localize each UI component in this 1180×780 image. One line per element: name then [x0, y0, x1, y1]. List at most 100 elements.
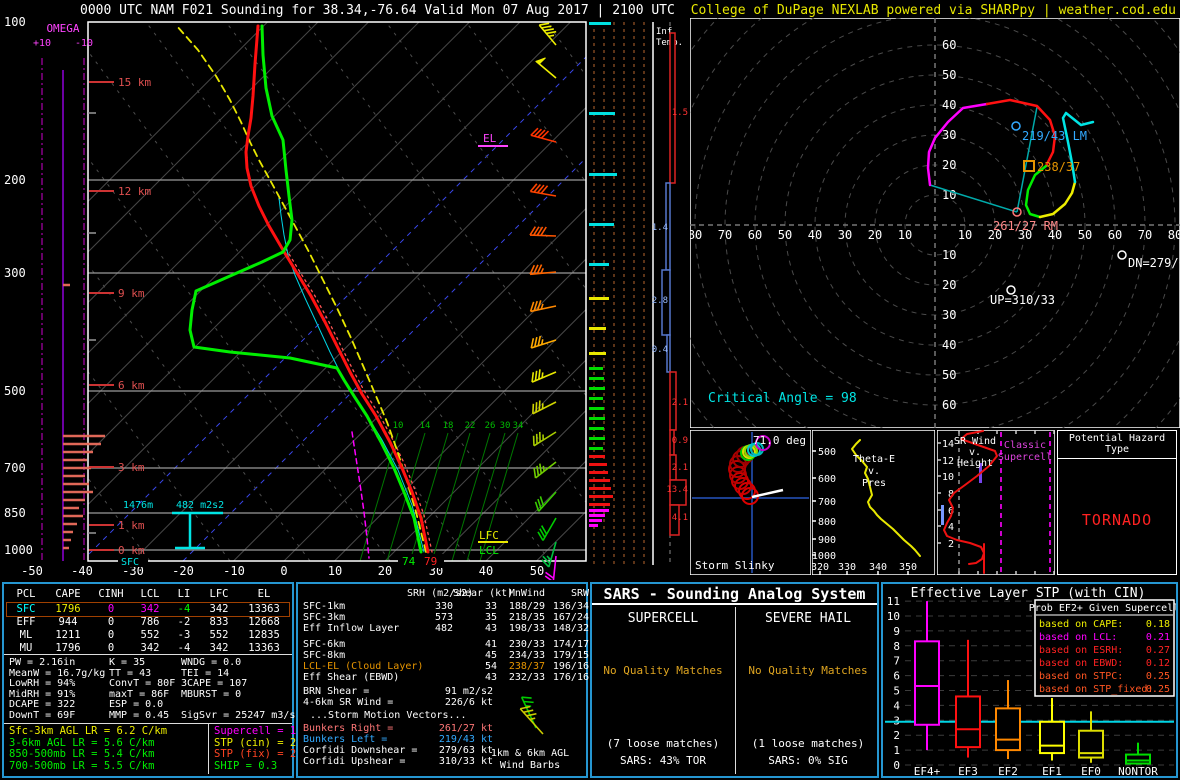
kin-col-header: Shear (kt): [453, 588, 514, 599]
storm-slinky-panel: 71.0 deg Storm Slinky: [690, 430, 811, 575]
mixing-ratio-label: 26: [485, 421, 496, 431]
potential-hazard-panel: Potential Hazard Type TORNADO: [1057, 430, 1177, 575]
stp-legend: Prob EF2+ Given Supercell based on CAPE: 0…: [1029, 599, 1176, 697]
thermo-value: PW = 2.16in: [9, 657, 76, 668]
thetae-value-label: 340: [869, 562, 887, 573]
wind-barb-caption-line2: Wind Barbs: [499, 760, 561, 771]
omega-minus-label: -10: [75, 38, 93, 49]
srwind-height-label: 10: [942, 472, 954, 483]
stp-ytick: 5: [893, 685, 900, 698]
thermo-row: DCAPE = 322 ESP = 0.0: [9, 699, 291, 711]
kin-cell: 179/15: [552, 650, 589, 661]
parcel-cell: 13363: [248, 603, 280, 615]
kin-cell: [407, 639, 453, 650]
lapse-rate-value: 700-500mb LR = 5.5 C/km: [9, 759, 155, 772]
kin-cell: 573: [434, 612, 453, 623]
height-label: 1 km: [118, 519, 145, 532]
kin-pair-row: BRN Shear = 91 m2/s2: [303, 686, 493, 697]
parcel-cell: SFC: [16, 603, 36, 615]
stp-legend-value: 0.25: [1146, 684, 1170, 695]
sr-wind-panel: 1412108642SR Windv.HeightClassicSupercel…: [937, 430, 1055, 575]
thermo-value: ESP = 0.0: [109, 699, 164, 710]
kin-cell: [407, 661, 453, 672]
sars-result: SARS: 0% SIG: [768, 754, 848, 767]
storm-motion-header: ...Storm Motion Vectors...: [310, 710, 467, 721]
parcel-col-header: LFC: [209, 588, 229, 600]
adv-value: -2.8: [652, 296, 668, 306]
hodo-axis-label: 50: [1078, 228, 1092, 242]
stp-ytick: 1: [893, 744, 900, 757]
hazard-panel-title: Potential Hazard Type: [1058, 431, 1176, 459]
kin-cell: 218/35: [508, 612, 545, 623]
lfc-label: LFC: [479, 529, 499, 542]
divider: [4, 654, 292, 655]
temp-axis-label: -40: [71, 564, 93, 578]
stp-boxplot-chart: Effective Layer STP (with CIN)0123456789…: [885, 586, 1176, 776]
brn-shear-values: BRN Shear = 91 m2/s2 4-6km SR Wind = 226/6 …: [303, 686, 493, 708]
thermo-row: DownT = 69F MMP = 0.45 SigSvr = 25247 m3/s…: [9, 709, 301, 722]
hodo-axis-label: 20: [868, 228, 882, 242]
temp-axis-label: -10: [223, 564, 245, 578]
kin-cell: SFC-1km: [303, 601, 346, 612]
adv-value: 1.5: [672, 108, 688, 118]
stp-category-label: EF1: [1042, 765, 1062, 776]
kin-cell: [407, 650, 453, 661]
kin-cell: 136/34: [552, 601, 589, 612]
thermo-value: LowRH = 94%: [9, 678, 76, 689]
lapse-rates: Sfc-3km AGL LR = 6.2 C/km 3-6km AGL LR = …: [9, 725, 168, 772]
stp-category-label: NONTOR: [1118, 765, 1158, 776]
kin-pair-value: 91 m2/s2: [444, 686, 493, 697]
height-label: 3 km: [118, 461, 145, 474]
kin-cell: 41: [484, 639, 497, 650]
kin-cell: 482: [434, 623, 453, 634]
height-label: 9 km: [118, 287, 145, 300]
eff-inflow-srh: 482 m2s2: [176, 500, 224, 511]
skewt-diagram: 10 14 18 22 26 30 34OMEGA+10 -10100200300500700…: [4, 15, 587, 580]
pressure-label: 500: [4, 384, 26, 398]
el-label: EL: [483, 132, 497, 145]
temp-axis-label: 50: [530, 564, 544, 578]
sfc-dewpoint-f: 74: [402, 555, 416, 568]
thermo-value: DCAPE = 322: [9, 699, 76, 710]
parcel-cell: 342: [140, 603, 160, 615]
eff-inflow-bottom-height: 1476m: [123, 500, 153, 511]
stp-ytick: 10: [887, 610, 900, 623]
wind-speed-profile: [589, 22, 645, 565]
storm-vector-label: Corfidi Downshear =: [303, 745, 418, 756]
agl-wind-barbs-icon: [519, 696, 544, 735]
sars-panel: SARS - Sounding Analog System SUPERCELL …: [590, 582, 879, 778]
srwind-height-label: 2: [948, 539, 954, 550]
lapse-rate-value: 850-500mb LR = 5.4 C/km: [9, 748, 155, 760]
stp-box-EF2: [995, 680, 1021, 760]
temp-axis-label: 10: [328, 564, 342, 578]
parcel-col-header: EL: [257, 588, 271, 600]
parcel-cell: 1796: [55, 603, 81, 615]
sfc-label: SFC: [121, 557, 139, 568]
stp-category-label: EF0: [1081, 765, 1101, 776]
hodo-axis-label: 70: [1138, 228, 1152, 242]
eff-inflow-marker: [941, 505, 944, 525]
theta-e-panel: 500 600 700 800 900 1000320 330 340 350 Theta-Ev.…: [812, 430, 935, 575]
parcel-cell: 1211: [55, 629, 81, 641]
hodo-axis-label: 10: [958, 228, 972, 242]
kin-cell: 167/24: [552, 612, 589, 623]
lapse-rate-value: Sfc-3km AGL LR = 6.2 C/km: [9, 725, 168, 737]
mixing-ratio-label: 22: [465, 421, 476, 431]
lcl-label: LCL: [479, 544, 499, 557]
parcel-col-header: CINH: [98, 588, 124, 600]
stp-ytick: 11: [887, 595, 900, 608]
hodo-axis-label: 60: [942, 398, 956, 412]
storm-vector-value: 261/27 kt: [438, 723, 493, 734]
hodo-axis-label: 80: [690, 228, 702, 242]
adv-value: 2.1: [672, 463, 688, 473]
thetae-title: Theta-E: [853, 454, 895, 465]
stp-box-EF3: [955, 639, 981, 758]
kin-pair-label: 4-6km SR Wind =: [303, 697, 394, 708]
parcel-row: ML 1211 0 552 -3 552 12835: [7, 629, 289, 642]
parcel-cell: -3: [177, 629, 191, 641]
stp-ytick: 9: [893, 625, 900, 638]
wind-barb-caption-line1: 1km & 6km AGL: [490, 748, 570, 759]
parcel-row: SFC 1796 0 342 -4 342 13363: [6, 602, 290, 617]
thermo-value: MMP = 0.45: [109, 709, 170, 721]
kin-cell: 148/32: [552, 623, 589, 634]
